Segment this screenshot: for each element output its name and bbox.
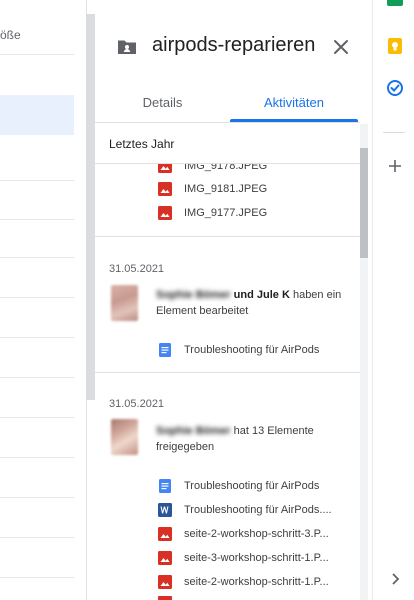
file-item-partial[interactable]: [158, 596, 172, 600]
avatar: [111, 419, 138, 455]
file-name: IMG_9181.JPEG: [184, 183, 268, 195]
avatar: [111, 285, 138, 321]
file-list: öße: [0, 0, 87, 600]
keep-icon[interactable]: [387, 38, 403, 54]
divider: [95, 236, 360, 237]
activity-date: 31.05.2021: [109, 263, 165, 275]
panel-title: airpods-reparieren: [152, 34, 316, 56]
panel-scrollbar-thumb[interactable]: [360, 148, 368, 258]
list-row[interactable]: [0, 257, 74, 298]
file-name: seite-3-workshop-schritt-1.P...: [184, 552, 329, 564]
divider: [95, 372, 360, 373]
file-name: seite-2-workshop-schritt-1.P...: [184, 576, 329, 588]
file-item[interactable]: Troubleshooting für AirPods: [158, 340, 319, 360]
file-name: Troubleshooting für AirPods: [184, 344, 320, 356]
file-name: seite-2-workshop-schritt-3.P...: [184, 528, 329, 540]
image-file-icon: [158, 164, 172, 173]
file-name: IMG_9177.JPEG: [184, 207, 268, 219]
chevron-right-icon[interactable]: [387, 571, 403, 587]
panel-header: airpods-reparieren: [95, 0, 372, 80]
list-row[interactable]: [0, 180, 74, 220]
file-item[interactable]: Troubleshooting für AirPods....: [158, 500, 332, 520]
panel-tabs: Details Aktivitäten: [95, 82, 360, 124]
image-file-icon: [158, 527, 172, 541]
list-row[interactable]: [0, 457, 74, 498]
file-item[interactable]: seite-2-workshop-schritt-3.P...: [158, 524, 329, 544]
list-row[interactable]: [0, 140, 74, 181]
activity-date: 31.05.2021: [109, 398, 165, 410]
side-panel-rail: [372, 0, 414, 600]
image-file-icon: [158, 551, 172, 565]
file-item[interactable]: Troubleshooting für AirPods: [158, 476, 319, 496]
file-list-scrollbar[interactable]: [86, 14, 95, 400]
activity-description: Sophie Bömer und Jule K haben ein Elemen…: [156, 287, 346, 319]
tabs-divider: [95, 122, 360, 123]
shared-folder-icon: [118, 40, 136, 54]
file-item[interactable]: IMG_9178.JPEG: [158, 160, 268, 176]
activity-description: Sophie Bömer hat 13 Elemente freigegeben: [156, 423, 346, 455]
file-name: IMG_9178.JPEG: [184, 160, 268, 172]
list-row[interactable]: [0, 297, 74, 338]
details-panel: airpods-reparieren Details Aktivitäten L…: [95, 0, 372, 600]
file-item[interactable]: IMG_9177.JPEG: [158, 203, 267, 223]
close-icon[interactable]: [331, 37, 351, 57]
file-item[interactable]: seite-3-workshop-schritt-1.P...: [158, 548, 329, 568]
list-row[interactable]: [0, 537, 74, 578]
google-docs-icon: [159, 479, 171, 493]
section-label-last-year: Letztes Jahr: [109, 137, 175, 151]
list-row-selected[interactable]: [0, 95, 74, 135]
connector: und: [233, 289, 254, 301]
list-row[interactable]: [0, 337, 74, 378]
file-item[interactable]: seite-2-workshop-schritt-1.P...: [158, 572, 329, 592]
column-header-size[interactable]: öße: [0, 28, 21, 42]
sheets-icon[interactable]: [387, 0, 403, 6]
tab-activity[interactable]: Aktivitäten: [230, 82, 358, 122]
file-item[interactable]: IMG_9181.JPEG: [158, 179, 267, 199]
file-name: Troubleshooting für AirPods....: [184, 504, 332, 516]
list-row[interactable]: [0, 497, 74, 538]
tasks-icon[interactable]: [387, 80, 403, 96]
image-file-icon: [158, 575, 172, 589]
file-name: Troubleshooting für AirPods: [184, 480, 320, 492]
list-row[interactable]: [0, 219, 74, 258]
image-file-icon: [158, 206, 172, 220]
tab-details[interactable]: Details: [95, 82, 230, 122]
rail-divider: [383, 132, 405, 133]
actor-name: Sophie Bömer: [156, 425, 231, 437]
image-file-icon: [158, 182, 172, 196]
word-doc-icon: [158, 503, 172, 517]
list-row[interactable]: [0, 377, 74, 418]
list-row[interactable]: [0, 54, 74, 55]
list-row[interactable]: [0, 417, 74, 458]
add-addon-icon[interactable]: [387, 158, 403, 174]
actor-name: Jule K: [256, 289, 290, 301]
google-docs-icon: [159, 343, 171, 357]
divider: [95, 163, 360, 164]
actor-name: Sophie Bömer: [156, 289, 231, 301]
